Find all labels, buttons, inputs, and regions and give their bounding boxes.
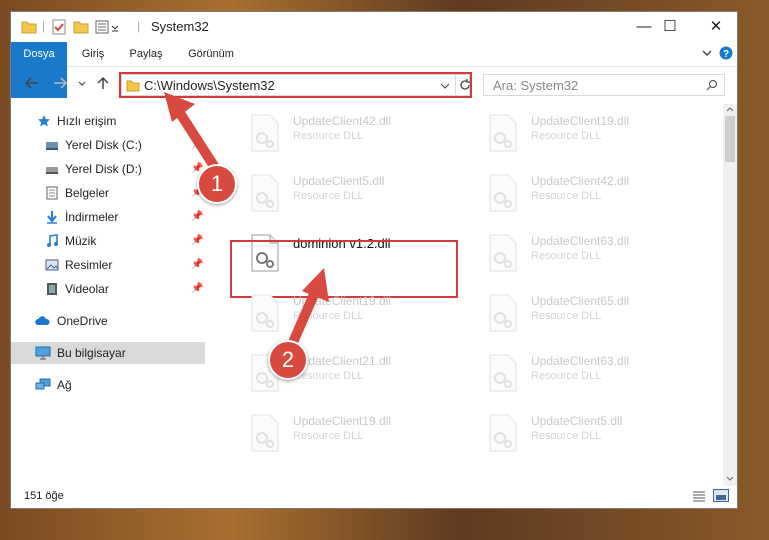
annotation-overlay: [164, 92, 329, 345]
arrow-2: [289, 268, 329, 345]
arrow-1: [164, 92, 219, 171]
callout-2: 2: [268, 340, 308, 380]
callout-1: 1: [197, 164, 237, 204]
